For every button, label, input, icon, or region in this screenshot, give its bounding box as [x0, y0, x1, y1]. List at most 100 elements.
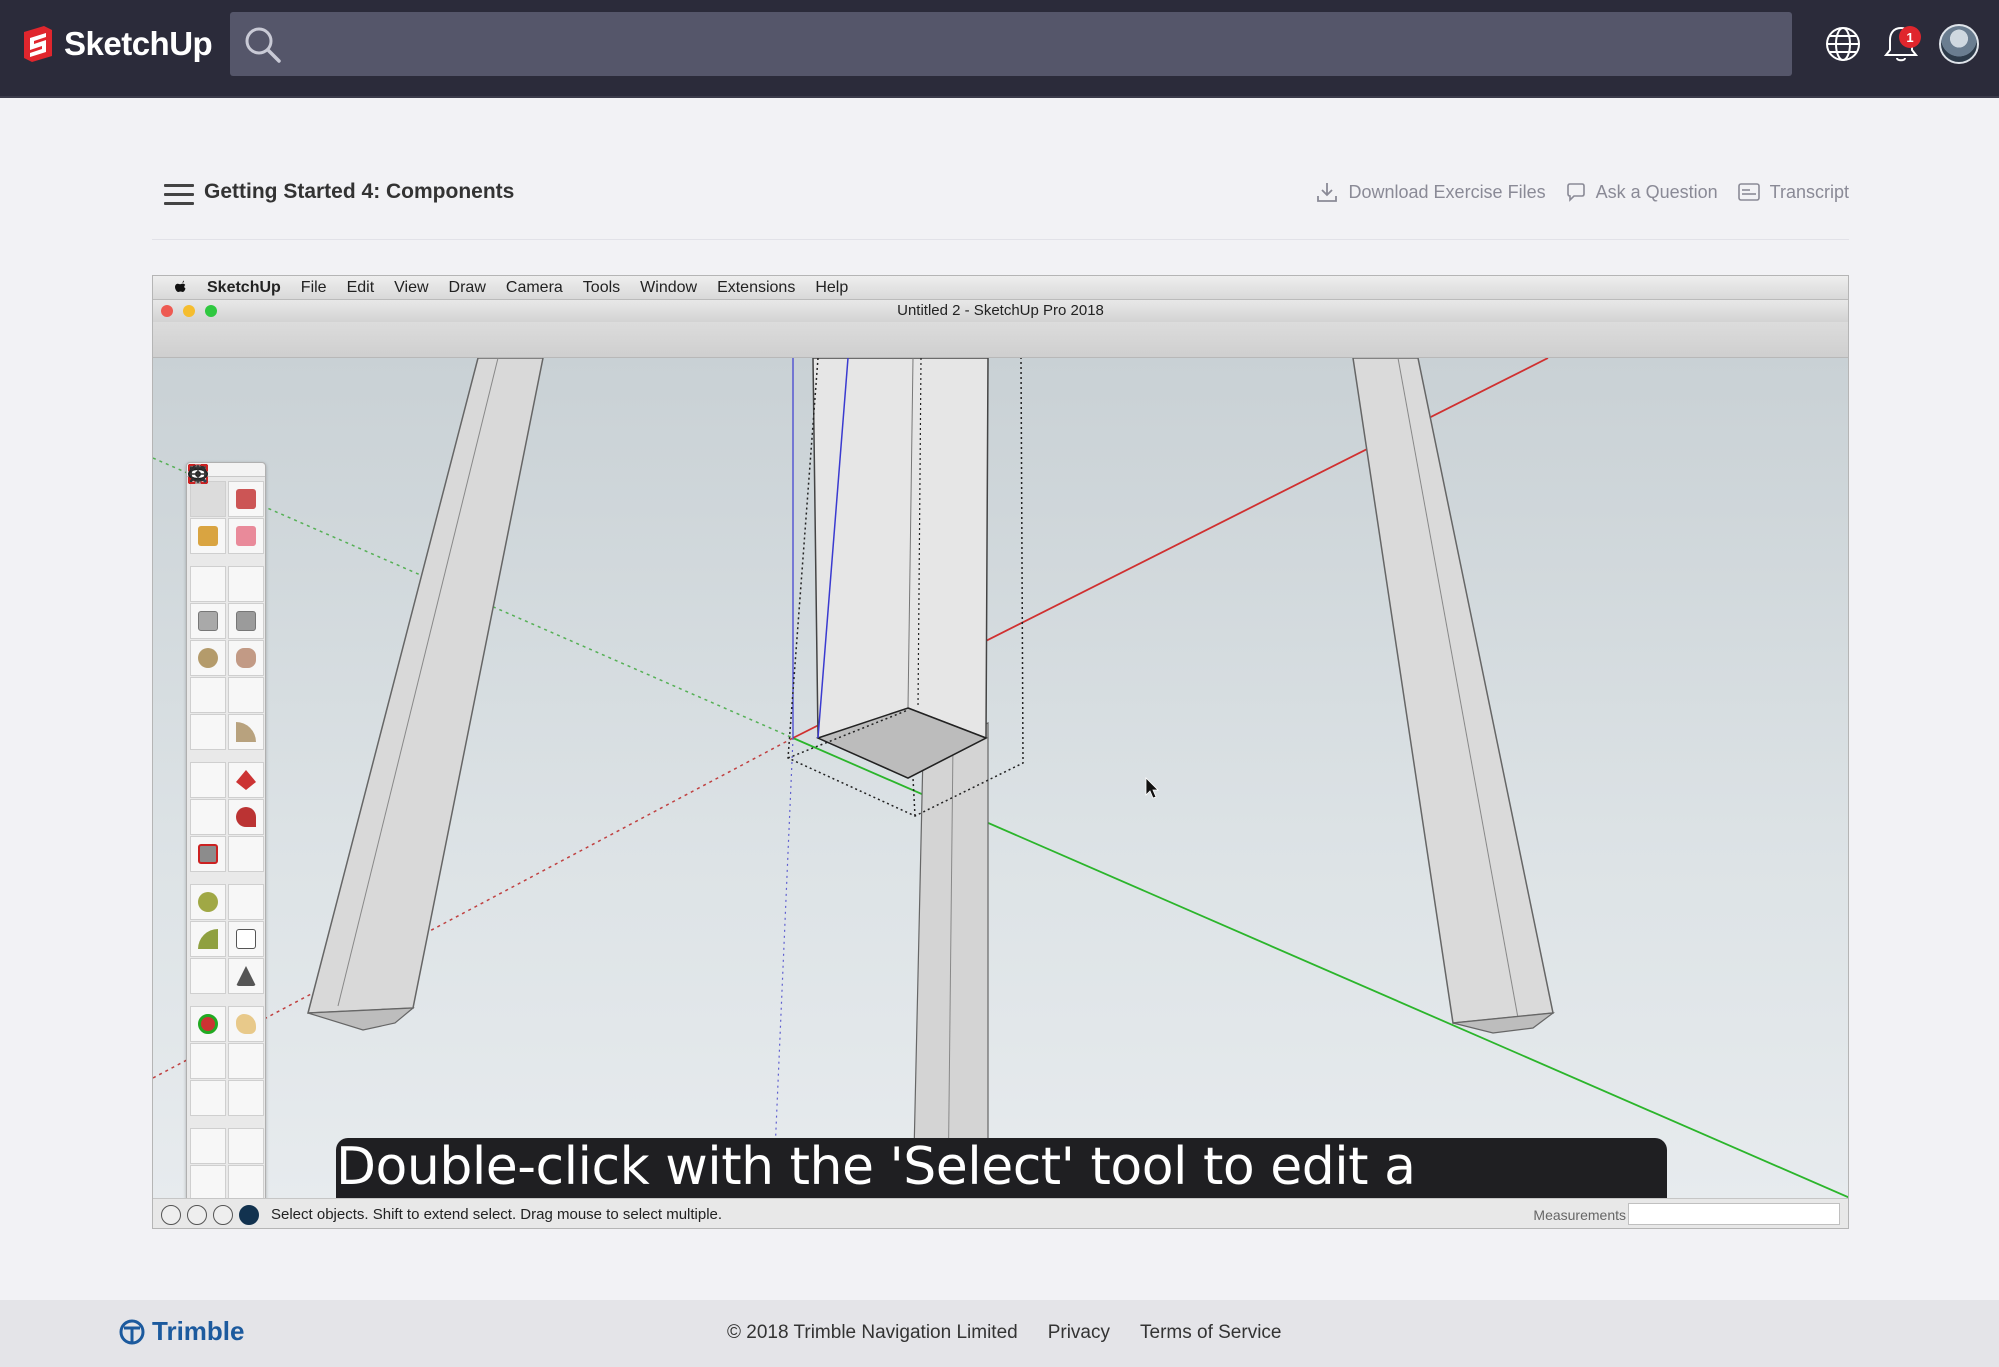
pie-tool-icon[interactable] [228, 714, 264, 750]
lesson-title: Getting Started 4: Components [204, 180, 515, 203]
apple-icon [175, 280, 186, 292]
window-title: Untitled 2 - SketchUp Pro 2018 [897, 302, 1104, 319]
chat-icon [1566, 183, 1585, 202]
look-around-tool-icon[interactable] [188, 468, 226, 1201]
rotate-tool-icon[interactable] [189, 465, 226, 835]
help-icon[interactable] [239, 1205, 259, 1225]
polygon-tool-icon[interactable] [228, 640, 264, 676]
dimension-tool-icon[interactable] [189, 465, 264, 920]
offset-tool-icon[interactable] [190, 466, 264, 872]
mac-menu-window: Window [640, 278, 698, 296]
mac-menu-tools: Tools [582, 278, 621, 296]
axes-tool-icon[interactable] [190, 466, 226, 994]
transcript-label: Transcript [1769, 181, 1849, 202]
mac-menu-view: View [394, 278, 429, 296]
search-icon [245, 27, 281, 63]
measurements-field[interactable] [1628, 1203, 1840, 1225]
position-camera-tool-icon[interactable] [190, 465, 226, 1164]
window-titlebar: Untitled 2 - SketchUp Pro 2018 [153, 300, 1848, 322]
geo-location-icon[interactable] [161, 1205, 181, 1225]
two-point-arc-tool-icon[interactable] [189, 465, 264, 713]
eraser-tool-icon[interactable] [228, 518, 264, 554]
text-tool-icon[interactable] [228, 921, 264, 957]
globe-icon[interactable] [1823, 24, 1863, 64]
status-text: Select objects. Shift to extend select. … [271, 1206, 723, 1223]
footer: Trimble © 2018 Trimble Navigation Limite… [0, 1300, 1999, 1367]
zoom-extents-tool-icon[interactable] [188, 464, 226, 1116]
zoom-window-tool-icon[interactable] [188, 464, 264, 1079]
lesson-header: Getting Started 4: Components Download E… [152, 170, 1849, 240]
scale-tool-icon[interactable] [190, 836, 226, 872]
rectangle-tool-icon[interactable] [190, 603, 226, 639]
lesson-actions: Download Exercise Files Ask a Question T… [1315, 180, 1849, 204]
transcript-link[interactable]: Transcript [1737, 181, 1849, 203]
paint-bucket-tool-icon[interactable] [190, 518, 226, 554]
copyright-text: © 2018 Trimble Navigation Limited [727, 1322, 1018, 1343]
mac-menu-extensions: Extensions [717, 278, 796, 296]
sketchup-toolbar-strip [153, 322, 1848, 358]
user-icon[interactable] [213, 1205, 233, 1225]
notifications-button[interactable]: 1 [1881, 22, 1921, 66]
select-tool-icon[interactable] [189, 464, 226, 517]
video-player[interactable]: SketchUp File Edit View Draw Camera Tool… [152, 275, 1849, 1229]
protractor-tool-icon[interactable] [190, 921, 226, 957]
download-label: Download Exercise Files [1348, 181, 1546, 202]
push-pull-tool-icon[interactable] [228, 762, 264, 798]
measurements-label: Measurements [1533, 1207, 1626, 1223]
trimble-logo[interactable]: Trimble [118, 1316, 244, 1347]
minimize-dot-icon [183, 305, 195, 317]
zoom-tool-icon[interactable] [189, 465, 226, 1079]
close-dot-icon [161, 305, 173, 317]
ask-label: Ask a Question [1595, 181, 1718, 202]
trimble-logo-icon [119, 1319, 145, 1344]
mac-menu-draw: Draw [448, 278, 486, 296]
brand-name: SketchUp [64, 25, 213, 62]
circle-tool-icon[interactable] [190, 640, 226, 676]
model-drawing [153, 358, 1848, 1198]
freehand-tool-icon[interactable] [189, 468, 264, 602]
component-tool-icon[interactable] [228, 481, 264, 517]
avatar[interactable] [1939, 24, 1979, 64]
mac-menu-sketchup: SketchUp [207, 278, 281, 296]
mac-menu-help: Help [815, 278, 849, 296]
section-plane-tool-icon[interactable] [189, 465, 264, 1201]
terms-link[interactable]: Terms of Service [1140, 1322, 1281, 1344]
zoom-dot-icon [205, 305, 217, 317]
three-point-arc-tool-icon[interactable] [190, 467, 226, 750]
move-tool-icon[interactable] [188, 464, 226, 798]
trimble-brand: Trimble [152, 1316, 245, 1346]
tape-measure-tool-icon[interactable] [190, 884, 226, 920]
orbit-tool-icon[interactable] [190, 1006, 226, 1042]
ask-question-link[interactable]: Ask a Question [1566, 182, 1718, 203]
rotated-rectangle-tool-icon[interactable] [228, 603, 264, 639]
3d-text-tool-icon[interactable] [228, 958, 264, 994]
mac-menu-bar: SketchUp File Edit View Draw Camera Tool… [153, 276, 1848, 300]
sketchup-viewport: Double-click with the 'Select' tool to e… [153, 358, 1848, 1228]
transcript-icon [1737, 183, 1760, 201]
previous-view-tool-icon[interactable] [189, 465, 264, 1116]
menu-icon[interactable] [164, 184, 194, 206]
search-bar[interactable] [230, 12, 1792, 76]
status-icons [161, 1205, 259, 1225]
arc-tool-icon[interactable] [189, 465, 226, 713]
notification-badge: 1 [1899, 26, 1921, 48]
follow-me-tool-icon[interactable] [228, 799, 264, 835]
tool-palette [186, 462, 266, 1202]
mac-menu-file: File [300, 278, 327, 296]
mac-menu-edit: Edit [346, 278, 375, 296]
top-icons: 1 [1823, 22, 1979, 66]
credits-icon[interactable] [187, 1205, 207, 1225]
sketchup-status-bar: Select objects. Shift to extend select. … [153, 1198, 1848, 1228]
sketchup-logo-icon [24, 26, 52, 62]
top-bar: SketchUp 1 [0, 0, 1999, 98]
walk-tool-icon[interactable] [191, 467, 264, 1164]
download-exercise-files-link[interactable]: Download Exercise Files [1315, 180, 1546, 204]
privacy-link[interactable]: Privacy [1048, 1322, 1110, 1344]
footer-links: © 2018 Trimble Navigation Limited Privac… [727, 1322, 1281, 1344]
pan-tool-icon[interactable] [228, 1006, 264, 1042]
search-input[interactable] [292, 12, 1772, 76]
line-tool-icon[interactable] [189, 465, 226, 602]
download-icon [1316, 183, 1337, 202]
mac-menu-camera: Camera [505, 278, 563, 296]
sketchup-brand[interactable]: SketchUp [20, 22, 213, 66]
